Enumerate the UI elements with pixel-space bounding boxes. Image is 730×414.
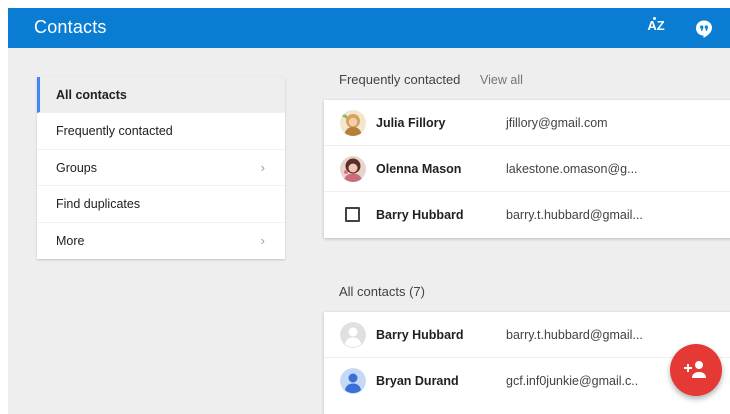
all-contacts-card: Barry Hubbard barry.t.hubbard@gmail... B…: [324, 312, 730, 414]
default-avatar-icon: [340, 368, 366, 394]
contact-photo-icon: [340, 110, 366, 136]
hangouts-button[interactable]: [694, 19, 714, 39]
contacts-app: Contacts AZ All contacts Frequently cont…: [8, 8, 730, 414]
all-contacts-section-title: All contacts (7): [339, 284, 425, 299]
contact-email: barry.t.hubbard@gmail...: [506, 208, 643, 222]
avatar[interactable]: [340, 156, 366, 182]
contact-row[interactable]: Olenna Mason lakestone.omason@g...: [324, 146, 730, 192]
nav-item-more[interactable]: More ›: [37, 223, 285, 259]
contact-name: Barry Hubbard: [376, 208, 464, 222]
sort-az-icon-dot: [653, 17, 656, 20]
frequent-section-title: Frequently contacted: [339, 72, 461, 87]
avatar[interactable]: [340, 322, 366, 348]
contact-row[interactable]: Barry Hubbard barry.t.hubbard@gmail...: [324, 192, 730, 238]
sort-az-icon: AZ: [647, 18, 665, 33]
nav-item-label: Frequently contacted: [56, 124, 173, 139]
contact-row[interactable]: Julia Fillory jfillory@gmail.com: [324, 100, 730, 146]
frequent-contacts-card: Julia Fillory jfillory@gmail.com Olenna …: [324, 100, 730, 238]
contact-row[interactable]: Barry Hubbard barry.t.hubbard@gmail...: [324, 312, 730, 358]
contact-email: jfillory@gmail.com: [506, 116, 608, 130]
contact-email: lakestone.omason@g...: [506, 162, 638, 176]
all-contacts-section-header: All contacts (7): [339, 284, 425, 299]
contact-email: barry.t.hubbard@gmail...: [506, 328, 643, 342]
contact-name: Julia Fillory: [376, 116, 446, 130]
contact-name: Bryan Durand: [376, 374, 459, 388]
contact-name: Barry Hubbard: [376, 328, 464, 342]
app-title: Contacts: [34, 17, 107, 37]
frequent-section-header: Frequently contacted View all: [339, 72, 523, 87]
nav-item-find-duplicates[interactable]: Find duplicates: [37, 186, 285, 223]
sort-az-button[interactable]: AZ: [644, 17, 668, 40]
chevron-right-icon: ›: [260, 232, 265, 248]
avatar[interactable]: [340, 110, 366, 136]
contact-photo-icon: [340, 156, 366, 182]
nav-item-label: Groups: [56, 160, 97, 175]
nav-item-all-contacts[interactable]: All contacts: [37, 77, 285, 114]
add-person-icon: [684, 361, 706, 378]
contact-name: Olenna Mason: [376, 162, 462, 176]
view-all-link[interactable]: View all: [480, 73, 523, 87]
avatar[interactable]: [340, 368, 366, 394]
nav-item-groups[interactable]: Groups ›: [37, 150, 285, 187]
nav-item-label: Find duplicates: [56, 197, 141, 212]
nav-item-label: All contacts: [56, 88, 127, 102]
side-nav: All contacts Frequently contacted Groups…: [37, 77, 285, 259]
select-checkbox[interactable]: [345, 207, 360, 222]
contact-row[interactable]: Bryan Durand gcf.inf0junkie@gmail.c..: [324, 358, 730, 404]
default-avatar-icon: [340, 322, 366, 348]
app-bar: Contacts AZ: [8, 8, 730, 48]
contact-email: gcf.inf0junkie@gmail.c..: [506, 374, 639, 388]
nav-item-label: More: [56, 233, 85, 248]
chevron-right-icon: ›: [260, 159, 265, 175]
add-contact-button[interactable]: [670, 344, 722, 396]
nav-item-frequently-contacted[interactable]: Frequently contacted: [37, 113, 285, 150]
hangouts-icon: [696, 20, 712, 38]
